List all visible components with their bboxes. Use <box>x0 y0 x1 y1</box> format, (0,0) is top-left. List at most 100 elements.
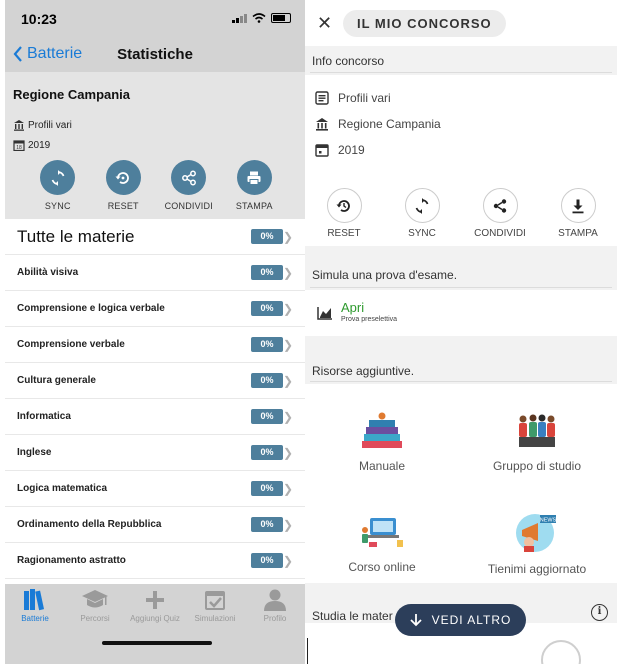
subject-row[interactable]: Informatica 0% ❯ <box>5 399 305 435</box>
tab-aggiungi-quiz[interactable]: Aggiungi Quiz <box>125 588 185 664</box>
tab-percorsi[interactable]: Percorsi <box>65 588 125 664</box>
chevron-right-icon: ❯ <box>282 265 293 280</box>
resource-corso-online[interactable]: Corso online <box>307 512 457 574</box>
tab-label: Simulazioni <box>194 614 236 623</box>
nav-bar: Batterie Statistiche <box>5 36 305 72</box>
tab-label: Aggiungi Quiz <box>130 614 180 623</box>
section-title: Studia le mater <box>312 609 393 623</box>
subject-label: Abilità visiva <box>17 267 79 278</box>
reset-label: RESET <box>107 201 139 211</box>
chevron-right-icon: ❯ <box>282 409 293 424</box>
resource-label: Tienimi aggiornato <box>487 562 587 576</box>
subject-row[interactable]: Logica matematica 0% ❯ <box>5 471 305 507</box>
section-title: Simula una prova d'esame. <box>312 268 458 282</box>
chevron-right-icon: ❯ <box>282 445 293 460</box>
calendar-check-icon <box>205 591 225 610</box>
resource-gruppo-studio[interactable]: Gruppo di studio <box>462 411 612 473</box>
subject-row[interactable]: Comprensione verbale 0% ❯ <box>5 327 305 363</box>
loading-spinner <box>541 640 581 664</box>
subject-label: Comprensione e logica verbale <box>17 303 165 314</box>
all-subjects-row[interactable]: Tutte le materie 0% ❯ <box>5 219 305 255</box>
section-title: Info concorso <box>312 54 385 68</box>
share-button[interactable]: CONDIVIDI <box>159 160 219 211</box>
info-year: 2019 <box>315 143 365 157</box>
subject-label: Tutte le materie <box>17 226 135 246</box>
calendar-icon: 18 <box>13 140 25 151</box>
section-title: Risorse aggiuntive. <box>312 364 415 378</box>
contest-title-pill: IL MIO CONCORSO <box>343 10 506 37</box>
year-row: 18 2019 <box>13 139 50 151</box>
online-course-icon <box>362 518 403 547</box>
resources-grid: Manuale Gruppo di studio Corso online NE… <box>305 384 617 594</box>
tab-simulazioni[interactable]: Simulazioni <box>185 588 245 664</box>
sync-label: SYNC <box>408 228 436 239</box>
percent-badge: 0% <box>251 373 283 388</box>
subject-label: Ordinamento della Repubblica <box>17 519 162 530</box>
percent-badge: 0% <box>251 481 283 496</box>
chevron-right-icon: ❯ <box>282 553 293 568</box>
institution-icon <box>316 118 328 131</box>
news-megaphone-icon: NEWS <box>516 514 557 552</box>
signal-icon <box>232 13 247 23</box>
books-icon <box>24 589 45 611</box>
percent-badge: 0% <box>251 553 283 568</box>
percent-badge: 0% <box>251 265 283 280</box>
subject-row[interactable]: Comprensione e logica verbale 0% ❯ <box>5 291 305 327</box>
tab-batterie[interactable]: Batterie <box>5 588 65 664</box>
contest-actions: RESET SYNC CONDIVIDI STAMPA <box>305 178 617 246</box>
calendar-icon <box>315 144 329 157</box>
panel-divider <box>307 638 308 664</box>
person-icon <box>264 589 286 611</box>
print-icon <box>247 171 261 185</box>
home-indicator <box>102 641 212 645</box>
subject-label: Ragionamento astratto <box>17 555 126 566</box>
battery-icon <box>271 13 291 23</box>
sync-button[interactable]: SYNC <box>28 160 88 211</box>
subject-row[interactable]: Ordinamento della Repubblica 0% ❯ <box>5 507 305 543</box>
subject-row[interactable]: Abilità visiva 0% ❯ <box>5 255 305 291</box>
subject-label: Cultura generale <box>17 375 96 386</box>
graduation-cap-icon <box>82 590 108 608</box>
screen: 10:23 Batterie Statistiche Regione Campa… <box>0 0 622 664</box>
arrow-down-icon <box>409 614 422 627</box>
sync-icon <box>51 169 65 186</box>
info-list: Profili vari Regione Campania 2019 <box>305 75 617 178</box>
subject-label: Inglese <box>17 447 52 458</box>
info-icon[interactable]: i <box>591 604 608 621</box>
download-button[interactable]: STAMPA <box>542 188 614 246</box>
vedi-altro-button[interactable]: VEDI ALTRO <box>395 604 526 636</box>
list-box-icon <box>315 91 329 105</box>
status-icons <box>232 13 291 23</box>
tab-profilo[interactable]: Profilo <box>245 588 305 664</box>
percent-badge: 0% <box>251 517 283 532</box>
apri-item[interactable]: Apri Prova preselettiva <box>305 290 617 336</box>
year-label: 2019 <box>28 139 51 151</box>
subject-list: Tutte le materie 0% ❯ Abilità visiva 0% ❯ … <box>5 219 305 579</box>
download-icon <box>572 199 584 213</box>
share-button[interactable]: CONDIVIDI <box>464 188 536 246</box>
reset-button[interactable]: RESET <box>93 160 153 211</box>
status-bar: 10:23 <box>5 0 305 36</box>
profile-label: Profili vari <box>28 119 72 131</box>
resource-manuale[interactable]: Manuale <box>307 411 457 473</box>
study-group-icon <box>519 414 555 447</box>
reset-icon <box>336 199 350 212</box>
reset-button[interactable]: RESET <box>308 188 380 246</box>
resource-tienimi-aggiornato[interactable]: NEWS Tienimi aggiornato <box>462 512 612 576</box>
tab-label: Batterie <box>21 614 49 623</box>
profile-row: Profili vari <box>13 119 72 131</box>
subject-row[interactable]: Cultura generale 0% ❯ <box>5 363 305 399</box>
subject-row[interactable]: Inglese 0% ❯ <box>5 435 305 471</box>
reset-label: RESET <box>327 228 361 239</box>
print-button[interactable]: STAMPA <box>224 160 284 211</box>
close-icon[interactable]: ✕ <box>317 13 332 34</box>
subject-row[interactable]: Ragionamento astratto 0% ❯ <box>5 543 305 579</box>
percent-badge: 0% <box>251 229 283 244</box>
apri-subtitle: Prova preselettiva <box>341 316 398 323</box>
chart-line-icon <box>317 307 332 320</box>
download-label: STAMPA <box>558 228 598 239</box>
contest-header-bar: ✕ IL MIO CONCORSO <box>305 0 617 46</box>
page-title: Statistiche <box>117 46 193 63</box>
sync-button[interactable]: SYNC <box>386 188 458 246</box>
institution-icon <box>14 120 24 131</box>
